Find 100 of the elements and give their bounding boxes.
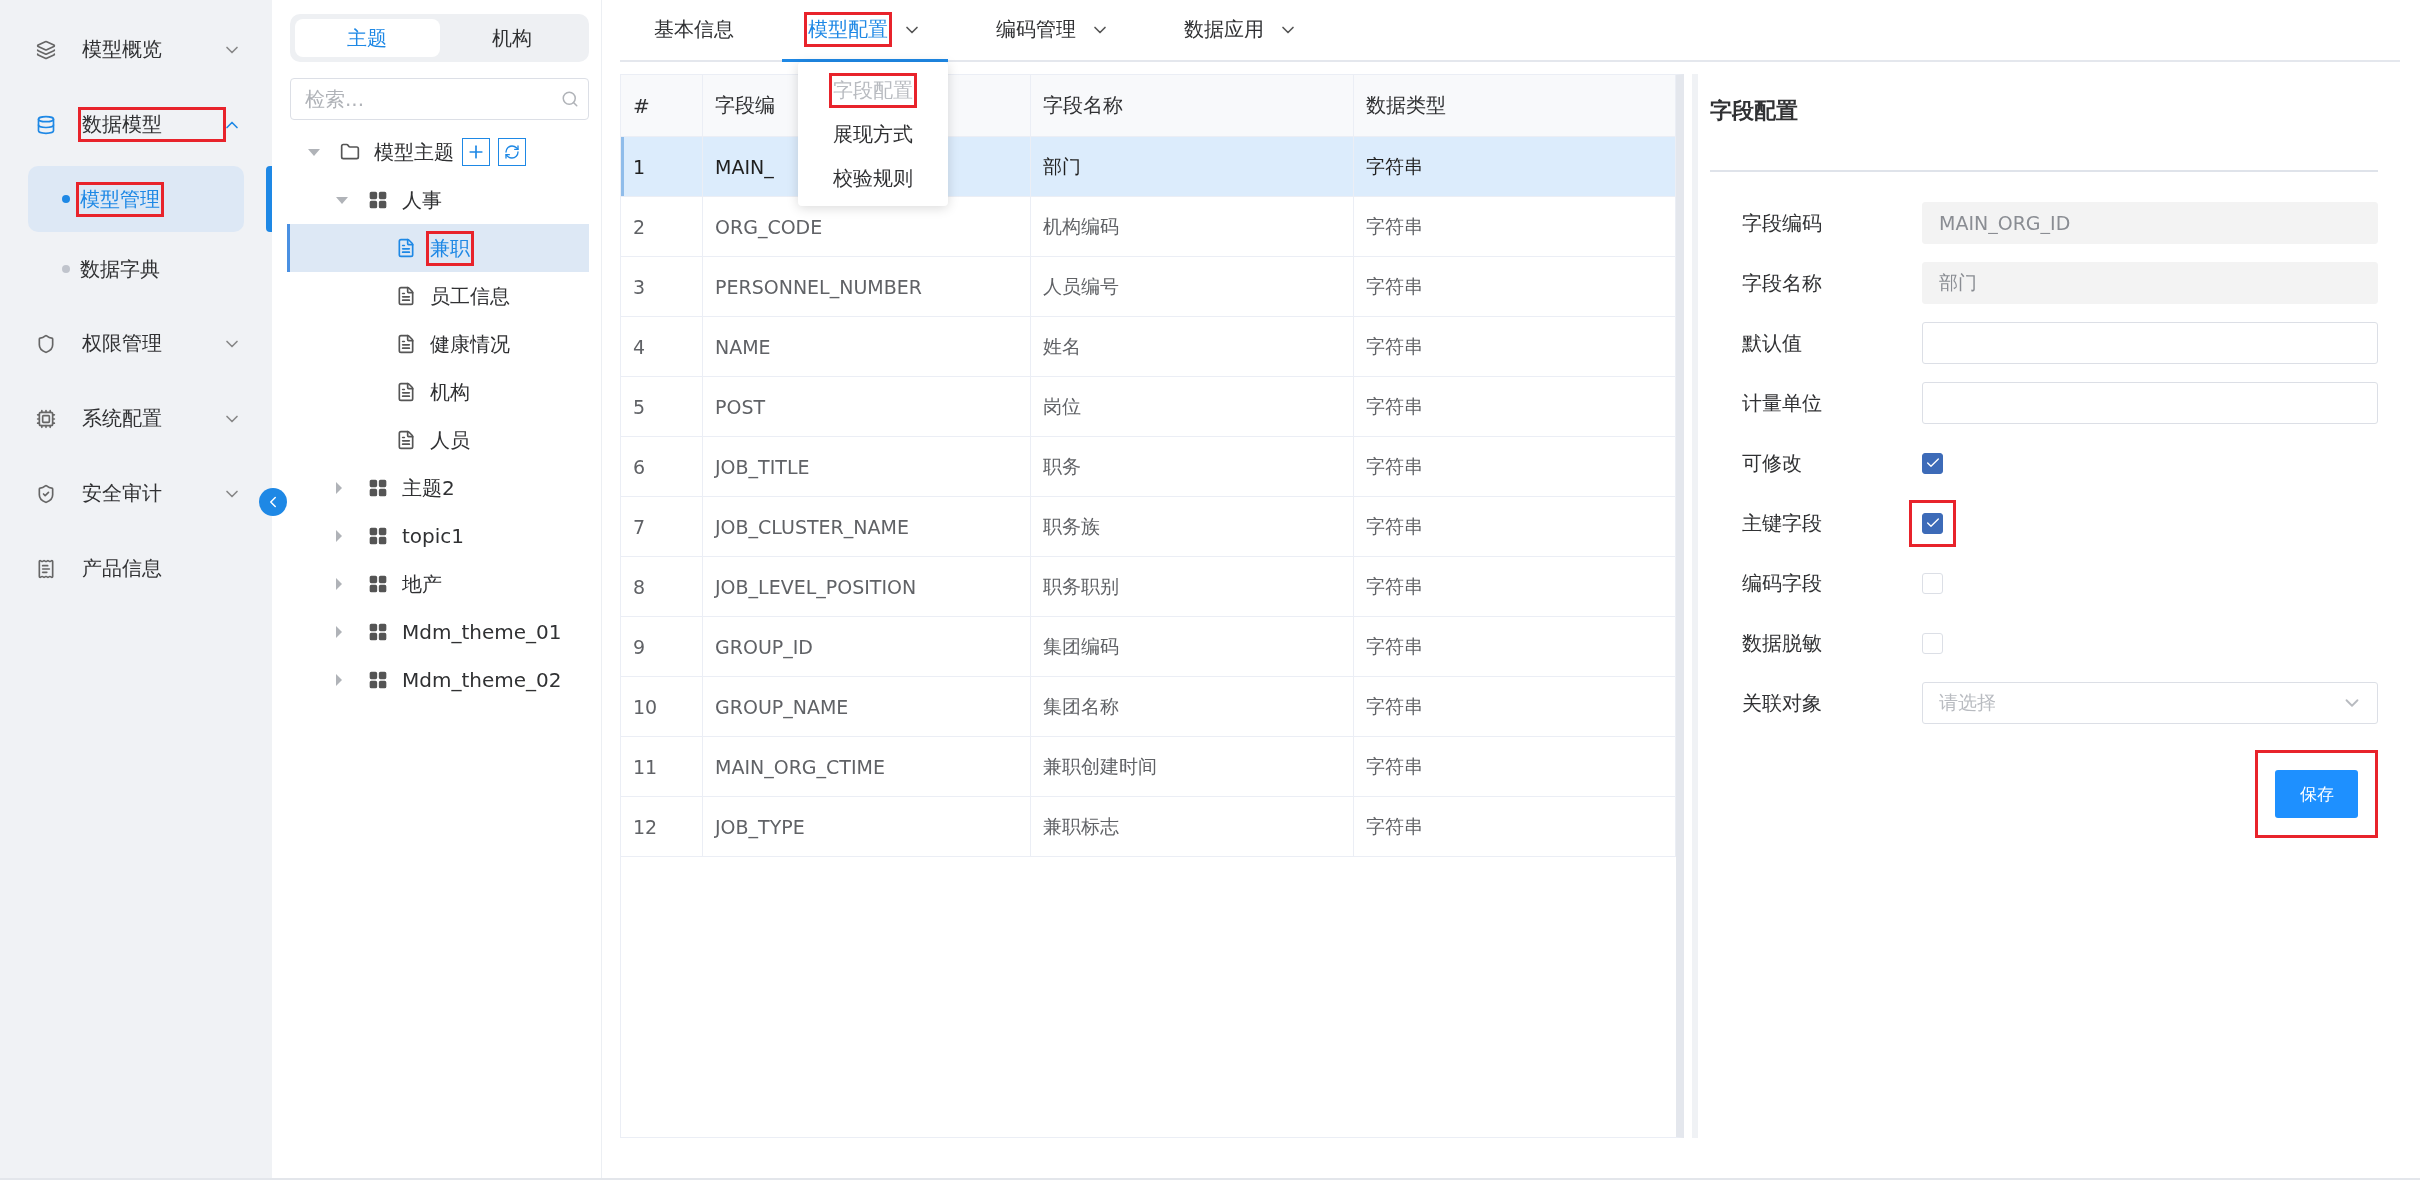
table-cell: 职务职别 (1031, 557, 1354, 617)
sidebar-icon (36, 114, 56, 135)
checkbox[interactable] (1922, 512, 1943, 534)
tree-node[interactable]: 模型主题 (287, 128, 589, 176)
table-cell: JOB_TITLE (703, 437, 1031, 497)
tree-node[interactable]: 主题2 (287, 464, 589, 512)
column-header: 字段名称 (1031, 75, 1354, 137)
column-header: 数据类型 (1354, 75, 1676, 137)
tree-node[interactable]: Mdm_theme_01 (287, 608, 589, 656)
sidebar-item[interactable]: 系统配置 (0, 381, 272, 456)
table-cell: ORG_CODE (703, 197, 1031, 257)
table-cell: 集团编码 (1031, 617, 1354, 677)
table-cell: 字符串 (1354, 377, 1676, 437)
sidebar-item[interactable]: 安全审计 (0, 456, 272, 531)
field-label: 字段编码 (1742, 209, 1823, 237)
tab[interactable]: 数据应用 (1158, 0, 1324, 62)
search-field[interactable]: 检索... (290, 78, 589, 120)
field-label: 主键字段 (1742, 509, 1823, 537)
field-label: 关联对象 (1742, 689, 1823, 717)
field-label: 字段名称 (1742, 269, 1823, 297)
input-field[interactable] (1922, 322, 2378, 364)
table-cell: 6 (621, 437, 703, 497)
table-cell: 岗位 (1031, 377, 1354, 437)
tree-node[interactable]: 地产 (287, 560, 589, 608)
segment-tab[interactable]: 主题 (295, 19, 440, 57)
expand-caret-icon[interactable] (308, 148, 320, 156)
table-cell: 部门 (1031, 137, 1354, 197)
bullet-dot (62, 195, 70, 203)
sidebar-subitem[interactable]: 数据字典 (28, 236, 244, 302)
sidebar-item[interactable]: 模型概览 (0, 12, 272, 87)
active-indicator (266, 166, 272, 232)
panel-title: 字段配置 (1710, 96, 2378, 172)
refresh-icon (504, 144, 520, 160)
column-header: # (621, 75, 703, 137)
table-cell: 字符串 (1354, 317, 1676, 377)
table-cell: 兼职创建时间 (1031, 737, 1354, 797)
search-icon (561, 90, 579, 108)
document-icon (396, 430, 416, 450)
grid-icon (368, 574, 388, 594)
table-cell: GROUP_NAME (703, 677, 1031, 737)
folder-icon (340, 142, 360, 162)
table-cell: 8 (621, 557, 703, 617)
tree-node[interactable]: 员工信息 (287, 272, 589, 320)
field-label: 计量单位 (1742, 389, 1823, 417)
table-cell: 职务族 (1031, 497, 1354, 557)
grid-icon (368, 478, 388, 498)
sidebar-icon (36, 39, 56, 60)
sidebar-item[interactable]: 数据模型 (0, 87, 272, 162)
table-cell: 字符串 (1354, 497, 1676, 557)
input-field[interactable] (1922, 382, 2378, 424)
table-cell: 集团名称 (1031, 677, 1354, 737)
table-cell: GROUP_ID (703, 617, 1031, 677)
tree-node[interactable]: 机构 (287, 368, 589, 416)
tab[interactable]: 基本信息 (628, 0, 760, 62)
table-cell: 3 (621, 257, 703, 317)
tree-node[interactable]: 健康情况 (287, 320, 589, 368)
table-cell: 11 (621, 737, 703, 797)
table-cell: 字符串 (1354, 137, 1676, 197)
sidebar-item[interactable]: 产品信息 (0, 531, 272, 606)
table-cell: 字符串 (1354, 617, 1676, 677)
sidebar-icon (36, 333, 56, 354)
sidebar-item[interactable]: 权限管理 (0, 306, 272, 381)
tree-node[interactable]: Mdm_theme_02 (287, 656, 589, 704)
document-icon (396, 334, 416, 354)
table-cell: 姓名 (1031, 317, 1354, 377)
field-label: 可修改 (1742, 449, 1803, 477)
tab[interactable]: 编码管理 (970, 0, 1136, 62)
table-cell: 1 (621, 137, 703, 197)
table-cell: 字符串 (1354, 257, 1676, 317)
sidebar-icon (36, 408, 56, 429)
table-cell: 字符串 (1354, 677, 1676, 737)
menu-item[interactable]: 校验规则 (798, 156, 948, 200)
table-cell: 职务 (1031, 437, 1354, 497)
field-label: 数据脱敏 (1742, 629, 1823, 657)
expand-caret-icon[interactable] (336, 196, 348, 204)
bullet-dot (62, 265, 70, 273)
table-cell: 字符串 (1354, 557, 1676, 617)
table-cell: POST (703, 377, 1031, 437)
grid-icon (368, 622, 388, 642)
table-cell: NAME (703, 317, 1031, 377)
collapse-button[interactable] (259, 488, 287, 516)
segment-tab[interactable]: 机构 (439, 19, 584, 57)
tree-node[interactable]: 人事 (287, 176, 589, 224)
table-cell: 字符串 (1354, 737, 1676, 797)
table-cell: 7 (621, 497, 703, 557)
table-cell: 字符串 (1354, 437, 1676, 497)
document-icon (396, 382, 416, 402)
table-cell: 机构编码 (1031, 197, 1354, 257)
sidebar-icon (36, 483, 56, 504)
table-cell: JOB_TYPE (703, 797, 1031, 857)
grid-icon (368, 670, 388, 690)
table-cell: 5 (621, 377, 703, 437)
refresh-button[interactable] (498, 138, 526, 166)
checkbox[interactable] (1922, 452, 1943, 474)
grid-icon (368, 190, 388, 210)
tree-node[interactable]: topic1 (287, 512, 589, 560)
grid-icon (368, 526, 388, 546)
table-cell: 兼职标志 (1031, 797, 1354, 857)
add-button[interactable] (462, 138, 490, 166)
tree-node[interactable]: 人员 (287, 416, 589, 464)
